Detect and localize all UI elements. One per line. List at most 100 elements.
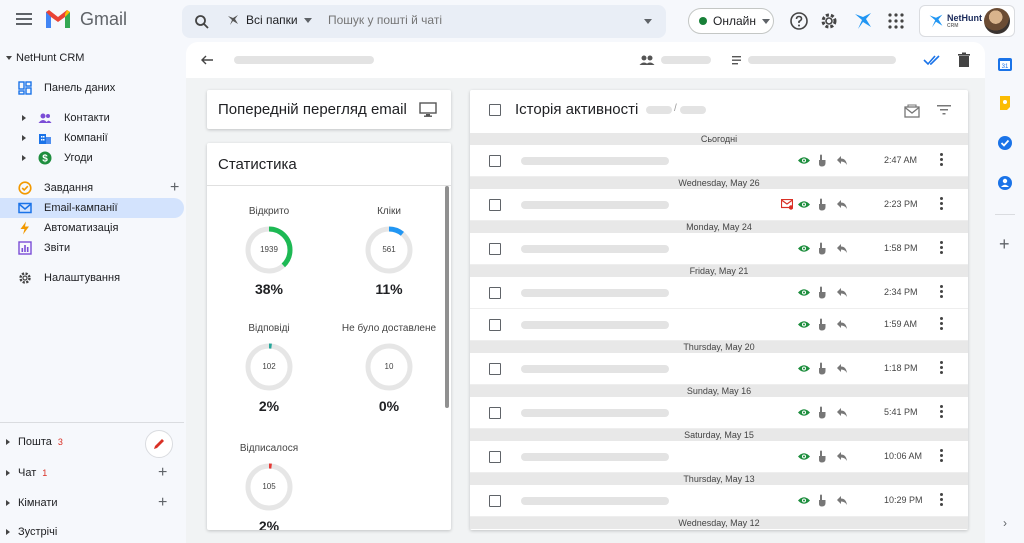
stat-label: Не було доставлене: [341, 323, 437, 334]
mail-unread-badge: 3: [57, 437, 63, 447]
status-button[interactable]: Онлайн: [688, 8, 774, 34]
sidebar-item-companies[interactable]: Компанії: [0, 128, 184, 148]
row-time: 1:59 AM: [884, 319, 918, 329]
email-preview-title: Попередній перегляд email: [218, 101, 407, 118]
more-options-icon[interactable]: [940, 361, 944, 375]
row-time: 2:47 AM: [884, 155, 918, 165]
row-subject-placeholder: [521, 365, 669, 373]
more-options-icon[interactable]: [940, 241, 944, 255]
svg-text:$: $: [42, 154, 48, 165]
email-preview-card[interactable]: Попередній перегляд email: [207, 90, 451, 129]
sidebar-item-automation[interactable]: Автоматизація: [0, 218, 184, 238]
audience-icon: [639, 55, 655, 65]
campaign-name-placeholder: [234, 56, 374, 64]
app-name: Gmail: [80, 8, 128, 29]
double-check-icon[interactable]: [923, 53, 941, 67]
row-checkbox[interactable]: [489, 451, 501, 463]
tasks-icon[interactable]: [997, 135, 1013, 151]
contacts-app-icon[interactable]: [997, 175, 1013, 191]
row-checkbox[interactable]: [489, 363, 501, 375]
sidebar-item-meetings[interactable]: Зустрічі: [0, 522, 184, 542]
row-subject-placeholder: [521, 453, 669, 461]
help-icon[interactable]: [789, 11, 809, 31]
table-row[interactable]: 10:06 AM: [470, 441, 968, 473]
sidebar-item-label: Звіти: [44, 242, 71, 254]
search-icon[interactable]: [194, 14, 210, 30]
main-menu-button[interactable]: [14, 10, 34, 30]
sidebar-item-nethunt-crm[interactable]: NetHunt CRM: [0, 48, 184, 68]
folder-selector[interactable]: Всі папки: [226, 13, 312, 27]
row-subject-placeholder: [521, 321, 669, 329]
stat-count: 102: [262, 362, 276, 371]
more-options-icon[interactable]: [940, 449, 944, 463]
apps-grid-icon[interactable]: [886, 11, 906, 31]
nethunt-brand: NetHunt CRM: [947, 13, 982, 29]
new-room-icon[interactable]: +: [158, 495, 167, 511]
new-chat-icon[interactable]: +: [158, 465, 167, 481]
eye-icon: [798, 365, 810, 372]
statistics-scrollbar[interactable]: [445, 186, 449, 408]
table-row[interactable]: 1:59 AM: [470, 309, 968, 341]
chevron-right-icon[interactable]: ›: [1003, 516, 1007, 530]
table-row[interactable]: 10:29 PM: [470, 485, 968, 517]
sidebar-item-chat[interactable]: Чат 1 +: [0, 463, 184, 483]
more-options-icon[interactable]: [940, 153, 944, 167]
table-row[interactable]: 2:34 PM: [470, 277, 968, 309]
table-row[interactable]: 1:58 PM: [470, 233, 968, 265]
search-input[interactable]: [328, 13, 628, 27]
reply-icon: [837, 364, 847, 373]
search-options-icon[interactable]: [644, 19, 652, 24]
row-checkbox[interactable]: [489, 287, 501, 299]
add-task-icon[interactable]: +: [170, 180, 179, 196]
keep-icon[interactable]: [997, 95, 1013, 111]
table-row[interactable]: 2:47 AM: [470, 145, 968, 177]
row-checkbox[interactable]: [489, 155, 501, 167]
row-checkbox[interactable]: [489, 199, 501, 211]
sidebar-item-email-campaigns[interactable]: Email-кампанії: [0, 198, 184, 218]
sidebar-item-rooms[interactable]: Кімнати +: [0, 493, 184, 513]
trash-icon[interactable]: [957, 52, 971, 68]
more-options-icon[interactable]: [940, 197, 944, 211]
sidebar-item-settings[interactable]: Налаштування: [0, 268, 184, 288]
calendar-icon[interactable]: 31: [997, 56, 1013, 72]
sidebar-item-deals[interactable]: $ Угоди: [0, 148, 184, 168]
stat-ring: 102: [244, 342, 294, 392]
click-hand-icon: [819, 318, 826, 331]
filter-icon[interactable]: [936, 104, 952, 116]
gmail-logo[interactable]: Gmail: [44, 8, 127, 30]
table-row[interactable]: 2:23 PM: [470, 189, 968, 221]
monitor-icon[interactable]: [419, 102, 437, 118]
account-switcher[interactable]: NetHunt CRM: [919, 5, 1015, 37]
row-checkbox[interactable]: [489, 319, 501, 331]
nethunt-extension-icon[interactable]: [853, 11, 873, 31]
more-options-icon[interactable]: [940, 493, 944, 507]
gear-icon[interactable]: [819, 11, 839, 31]
dollar-icon: $: [38, 151, 52, 165]
stat-count: 1939: [260, 245, 278, 254]
history-date-header: Friday, May 21: [470, 265, 968, 277]
reply-icon: [837, 496, 847, 505]
table-row[interactable]: 1:18 PM: [470, 353, 968, 385]
more-options-icon[interactable]: [940, 405, 944, 419]
table-row[interactable]: 5:41 PM: [470, 397, 968, 429]
add-addon-icon[interactable]: +: [999, 234, 1010, 255]
back-arrow-icon[interactable]: [200, 53, 214, 67]
click-hand-icon: [819, 450, 826, 463]
mail-open-icon[interactable]: [904, 104, 920, 118]
sidebar-item-reports[interactable]: Звіти: [0, 238, 184, 258]
select-all-checkbox[interactable]: [489, 104, 501, 116]
row-checkbox[interactable]: [489, 495, 501, 507]
reply-icon: [837, 408, 847, 417]
avatar[interactable]: [984, 8, 1010, 34]
sidebar-item-contacts[interactable]: Контакти: [0, 108, 184, 128]
reply-icon: [837, 320, 847, 329]
pencil-icon: [154, 439, 164, 449]
more-options-icon[interactable]: [940, 285, 944, 299]
more-options-icon[interactable]: [940, 317, 944, 331]
compose-button[interactable]: [145, 430, 173, 458]
sidebar-item-dashboard[interactable]: Панель даних: [0, 78, 184, 98]
sidebar-item-tasks[interactable]: Завдання +: [0, 178, 184, 198]
row-checkbox[interactable]: [489, 407, 501, 419]
row-checkbox[interactable]: [489, 243, 501, 255]
stat-ring: 1939: [244, 225, 294, 275]
